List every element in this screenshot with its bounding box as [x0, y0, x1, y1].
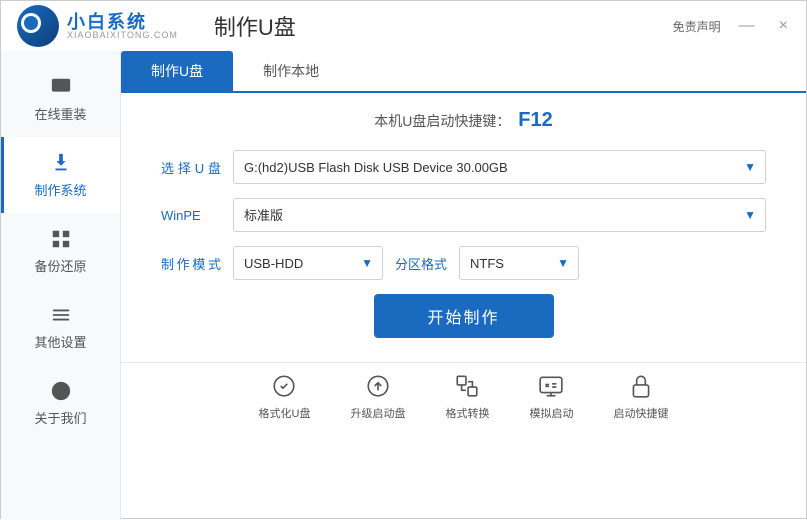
select-usb-control: G:(hd2)USB Flash Disk USB Device 30.00GB… — [233, 150, 766, 184]
tool-simulate-boot-label: 模拟启动 — [529, 405, 573, 421]
tab-bar: 制作U盘 制作本地 — [121, 51, 806, 93]
logo-name: 小白系统 — [67, 13, 178, 31]
sidebar-item-other-settings[interactable]: 其他设置 — [1, 289, 120, 365]
sidebar-label-online-reinstall: 在线重装 — [34, 104, 86, 123]
tool-boot-shortcut-label: 启动快捷键 — [613, 405, 668, 421]
partition-dropdown[interactable]: NTFS — [459, 246, 579, 280]
disclaimer-link[interactable]: 免责声明 — [673, 18, 721, 35]
settings-icon — [49, 303, 73, 327]
select-usb-row: 选择U盘 G:(hd2)USB Flash Disk USB Device 30… — [161, 150, 766, 184]
mode-control: USB-HDD ▼ — [233, 246, 383, 280]
usb-icon — [49, 151, 73, 175]
close-button[interactable]: × — [773, 16, 794, 36]
check-circle-icon — [269, 371, 299, 401]
grid-icon — [49, 227, 73, 251]
start-button[interactable]: 开始制作 — [374, 294, 554, 338]
winpe-dropdown[interactable]: 标准版 — [233, 198, 766, 232]
sidebar-label-about-us: 关于我们 — [34, 408, 86, 427]
content-area: 制作U盘 制作本地 本机U盘启动快捷键： F12 选择U盘 G:(hd2)USB… — [121, 51, 806, 520]
winpe-label: WinPE — [161, 208, 221, 223]
tool-format-convert[interactable]: 格式转换 — [445, 371, 489, 421]
mode-partition-row: 制作模式 USB-HDD ▼ 分区格式 NTFS ▼ — [161, 246, 766, 280]
select-usb-label: 选择U盘 — [161, 158, 221, 177]
sidebar-label-other-settings: 其他设置 — [34, 332, 86, 351]
sidebar-label-make-system: 制作系统 — [34, 180, 86, 199]
tool-upgrade-boot-label: 升级启动盘 — [350, 405, 405, 421]
tab-make-local[interactable]: 制作本地 — [233, 51, 349, 91]
logo-area: 小白系统 XIAOBAIXITONG.COM — [1, 5, 194, 47]
partition-control: NTFS ▼ — [459, 246, 579, 280]
title-bar-right: 免责声明 — × — [673, 16, 794, 36]
winpe-row: WinPE 标准版 ▼ — [161, 198, 766, 232]
tool-format-usb-label: 格式化U盘 — [259, 405, 311, 421]
shortcut-key: F12 — [518, 109, 552, 131]
sidebar-label-backup-restore: 备份还原 — [34, 256, 86, 275]
sidebar-item-about-us[interactable]: 关于我们 — [1, 365, 120, 441]
tool-upgrade-boot[interactable]: 升级启动盘 — [350, 371, 405, 421]
shortcut-notice: 本机U盘启动快捷键： F12 — [161, 109, 766, 132]
lock-icon — [626, 371, 656, 401]
shortcut-prefix: 本机U盘启动快捷键： — [374, 113, 510, 129]
tool-simulate-boot[interactable]: 模拟启动 — [529, 371, 573, 421]
title-bar-left: 小白系统 XIAOBAIXITONG.COM 制作U盘 — [1, 5, 296, 47]
sidebar-item-make-system[interactable]: 制作系统 — [1, 137, 120, 213]
winpe-control: 标准版 ▼ — [233, 198, 766, 232]
page-title: 制作U盘 — [214, 10, 296, 42]
logo-sub: XIAOBAIXITONG.COM — [67, 31, 178, 40]
bottom-toolbar: 格式化U盘 升级启动盘 格式转换 模拟启动 — [121, 362, 806, 425]
logo-text: 小白系统 XIAOBAIXITONG.COM — [67, 13, 178, 40]
mode-label: 制作模式 — [161, 254, 221, 273]
upload-icon — [363, 371, 393, 401]
info-icon — [49, 379, 73, 403]
tool-format-usb[interactable]: 格式化U盘 — [259, 371, 311, 421]
sidebar: 在线重装 制作系统 备份还原 其他设置 关于我们 — [1, 51, 121, 520]
title-bar: 小白系统 XIAOBAIXITONG.COM 制作U盘 免责声明 — × — [1, 1, 806, 51]
convert-icon — [452, 371, 482, 401]
form-area: 本机U盘启动快捷键： F12 选择U盘 G:(hd2)USB Flash Dis… — [121, 93, 806, 362]
select-usb-dropdown[interactable]: G:(hd2)USB Flash Disk USB Device 30.00GB — [233, 150, 766, 184]
sidebar-item-online-reinstall[interactable]: 在线重装 — [1, 61, 120, 137]
tool-format-convert-label: 格式转换 — [445, 405, 489, 421]
tool-boot-shortcut[interactable]: 启动快捷键 — [613, 371, 668, 421]
monitor-icon — [49, 75, 73, 99]
partition-label: 分区格式 — [395, 254, 447, 273]
sidebar-item-backup-restore[interactable]: 备份还原 — [1, 213, 120, 289]
desktop-icon — [536, 371, 566, 401]
mode-dropdown[interactable]: USB-HDD — [233, 246, 383, 280]
main-layout: 在线重装 制作系统 备份还原 其他设置 关于我们 — [1, 51, 806, 520]
minimize-button[interactable]: — — [733, 16, 761, 36]
tab-make-usb[interactable]: 制作U盘 — [121, 51, 233, 91]
logo-icon — [17, 5, 59, 47]
